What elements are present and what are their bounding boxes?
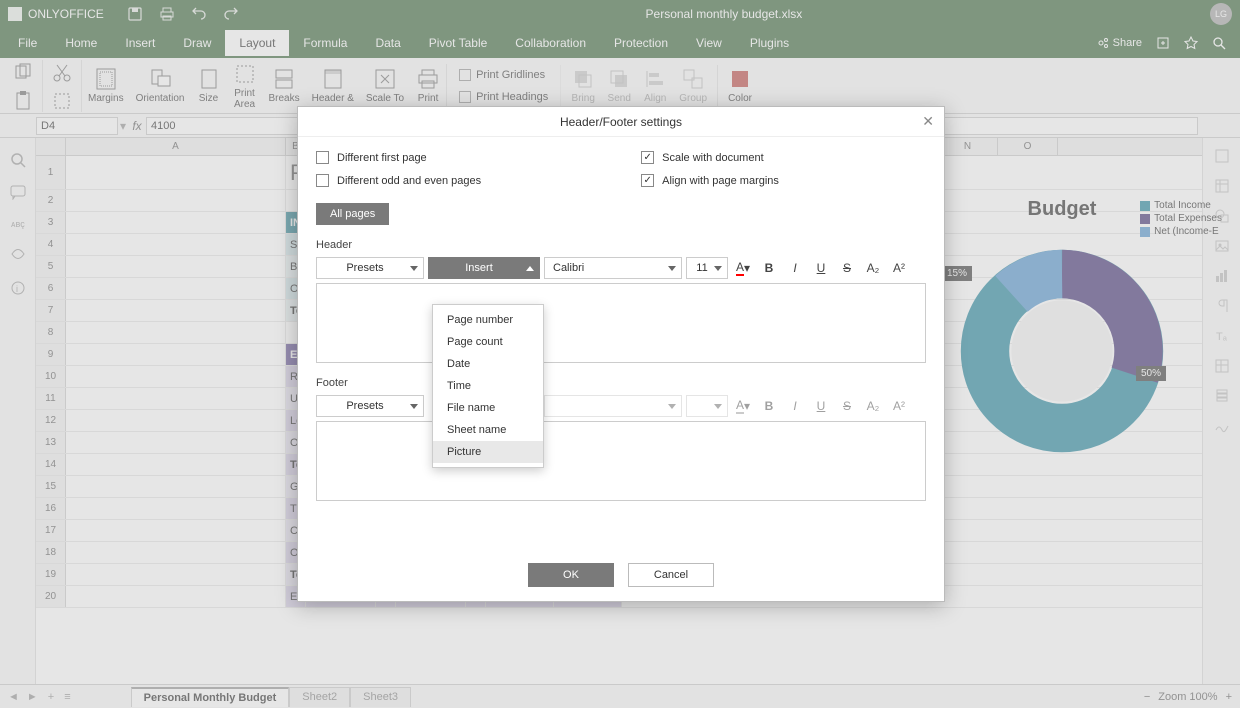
header-italic-button[interactable]: I	[784, 257, 806, 279]
header-presets-dropdown[interactable]: Presets	[316, 257, 424, 279]
footer-bold-button[interactable]: B	[758, 395, 780, 417]
footer-italic-button[interactable]: I	[784, 395, 806, 417]
header-font-dropdown[interactable]: Calibri	[544, 257, 682, 279]
insert-menu-item[interactable]: File name	[433, 397, 543, 419]
ok-button[interactable]: OK	[528, 563, 614, 587]
insert-menu-item[interactable]: Page number	[433, 309, 543, 331]
footer-underline-button[interactable]: U	[810, 395, 832, 417]
footer-presets-dropdown[interactable]: Presets	[316, 395, 424, 417]
footer-strike-button[interactable]: S	[836, 395, 858, 417]
header-fontcolor-button[interactable]: A▾	[732, 257, 754, 279]
header-section-label: Header	[316, 239, 926, 251]
insert-menu-item[interactable]: Picture	[433, 441, 543, 463]
footer-fontcolor-button[interactable]: A▾	[732, 395, 754, 417]
dialog-title: Header/Footer settings ✕	[298, 107, 944, 137]
footer-editor[interactable]	[316, 421, 926, 501]
header-superscript-button[interactable]: A²	[888, 257, 910, 279]
header-subscript-button[interactable]: A₂	[862, 257, 884, 279]
header-strike-button[interactable]: S	[836, 257, 858, 279]
header-editor[interactable]	[316, 283, 926, 363]
header-bold-button[interactable]: B	[758, 257, 780, 279]
header-fontsize-dropdown[interactable]: 11	[686, 257, 728, 279]
dialog-close-button[interactable]: ✕	[922, 113, 934, 130]
header-insert-dropdown[interactable]: Insert	[428, 257, 540, 279]
different-odd-even-checkbox[interactable]: Different odd and even pages	[316, 174, 481, 187]
footer-superscript-button[interactable]: A²	[888, 395, 910, 417]
footer-subscript-button[interactable]: A₂	[862, 395, 884, 417]
insert-menu-item[interactable]: Date	[433, 353, 543, 375]
insert-menu-item[interactable]: Sheet name	[433, 419, 543, 441]
header-underline-button[interactable]: U	[810, 257, 832, 279]
cancel-button[interactable]: Cancel	[628, 563, 714, 587]
footer-fontsize-dropdown[interactable]	[686, 395, 728, 417]
footer-section-label: Footer	[316, 377, 926, 389]
insert-menu-item[interactable]: Page count	[433, 331, 543, 353]
scale-with-document-checkbox[interactable]: Scale with document	[641, 151, 779, 164]
align-with-margins-checkbox[interactable]: Align with page margins	[641, 174, 779, 187]
insert-menu-item[interactable]: Time	[433, 375, 543, 397]
different-first-page-checkbox[interactable]: Different first page	[316, 151, 481, 164]
tab-all-pages[interactable]: All pages	[316, 203, 389, 225]
header-footer-dialog: Header/Footer settings ✕ Different first…	[297, 106, 945, 602]
insert-dropdown-menu: Page numberPage countDateTimeFile nameSh…	[432, 304, 544, 468]
footer-font-dropdown[interactable]	[544, 395, 682, 417]
